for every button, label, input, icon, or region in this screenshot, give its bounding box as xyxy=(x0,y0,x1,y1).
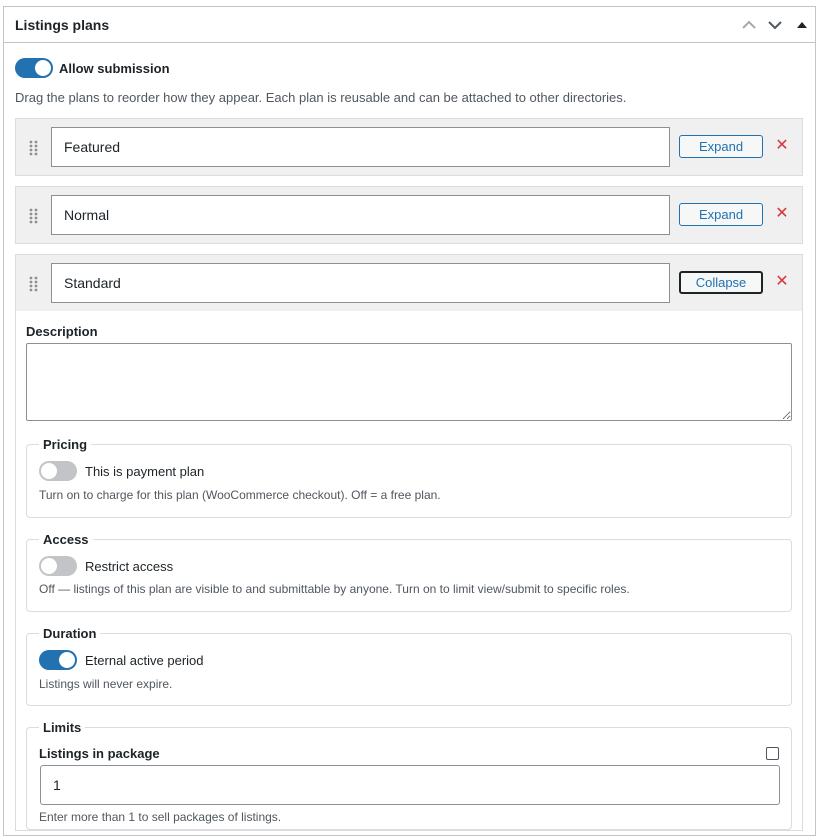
triangle-up-icon[interactable] xyxy=(793,16,811,34)
panel-header: Listings plans xyxy=(4,7,815,43)
description-textarea[interactable] xyxy=(26,343,792,421)
plan-name-input[interactable]: Standard xyxy=(51,263,670,303)
access-help: Off — listings of this plan are visible … xyxy=(39,582,630,596)
allow-submission-toggle[interactable] xyxy=(15,58,53,78)
expand-button[interactable]: Expand xyxy=(679,203,763,226)
plan-name-input[interactable]: Normal xyxy=(51,195,670,235)
close-icon[interactable]: ✕ xyxy=(773,205,791,223)
eternal-period-label: Eternal active period xyxy=(85,653,204,668)
listings-in-package-input[interactable]: 1 xyxy=(40,765,780,805)
plan-row-featured: Featured Expand ✕ xyxy=(15,118,803,176)
plan-name-input[interactable]: Featured xyxy=(51,127,670,167)
pricing-legend: Pricing xyxy=(43,437,88,452)
drag-handle-icon[interactable] xyxy=(29,140,39,156)
description-label: Description xyxy=(26,324,98,339)
drag-handle-icon[interactable] xyxy=(29,208,39,224)
drag-handle-icon[interactable] xyxy=(29,276,39,292)
duration-help: Listings will never expire. xyxy=(39,677,173,691)
duration-legend: Duration xyxy=(43,626,97,641)
close-icon[interactable]: ✕ xyxy=(773,273,791,291)
restrict-access-label: Restrict access xyxy=(85,559,174,574)
payment-plan-toggle[interactable] xyxy=(39,461,77,481)
listings-in-package-label: Listings in package xyxy=(39,746,160,761)
limits-help: Enter more than 1 to sell packages of li… xyxy=(39,810,282,824)
expand-button[interactable]: Expand xyxy=(679,135,763,158)
close-icon[interactable]: ✕ xyxy=(773,137,791,155)
eternal-period-toggle[interactable] xyxy=(39,650,77,670)
plan-row-normal: Normal Expand ✕ xyxy=(15,186,803,244)
chevron-up-icon[interactable] xyxy=(740,16,758,34)
allow-submission-label: Allow submission xyxy=(59,61,170,76)
payment-plan-label: This is payment plan xyxy=(85,464,205,479)
collapse-button[interactable]: Collapse xyxy=(679,271,763,294)
plan-row-standard: Standard Collapse ✕ xyxy=(15,254,803,312)
intro-text: Drag the plans to reorder how they appea… xyxy=(15,90,627,105)
access-legend: Access xyxy=(43,532,89,547)
listings-checkbox[interactable] xyxy=(766,747,779,760)
restrict-access-toggle[interactable] xyxy=(39,556,77,576)
chevron-down-icon[interactable] xyxy=(766,16,784,34)
panel-title: Listings plans xyxy=(15,17,110,33)
limits-legend: Limits xyxy=(43,720,82,735)
pricing-help: Turn on to charge for this plan (WooComm… xyxy=(39,488,441,502)
